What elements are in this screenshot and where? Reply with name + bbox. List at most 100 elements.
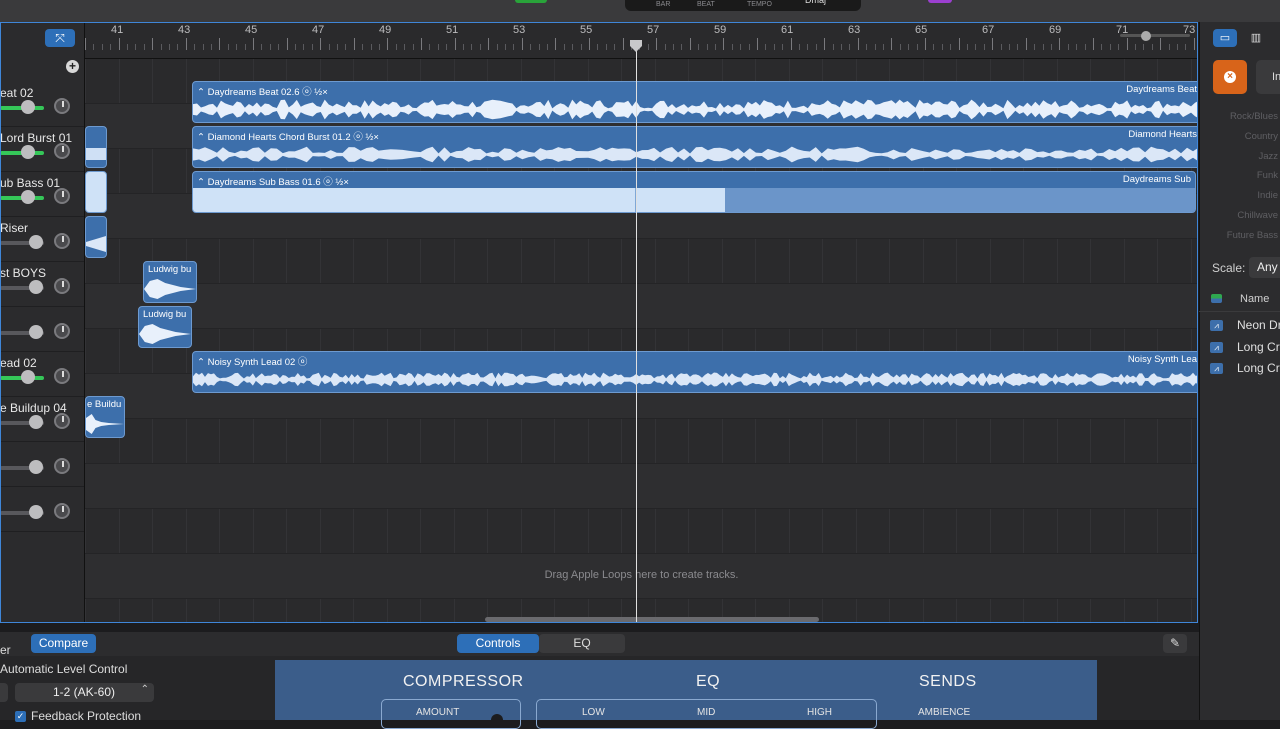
horizontal-scrollbar[interactable]: [485, 617, 819, 622]
smart-controls-indicator[interactable]: [928, 0, 952, 3]
reset-filter-button[interactable]: ×: [1213, 60, 1247, 94]
ruler-tick: [807, 44, 809, 50]
track-lane[interactable]: [85, 284, 1198, 329]
playhead-handle[interactable]: [629, 40, 643, 52]
ruler-tick: [723, 38, 725, 50]
track-header[interactable]: e Buildup 04: [0, 396, 84, 442]
compare-button[interactable]: Compare: [31, 634, 96, 653]
volume-slider-knob[interactable]: [21, 145, 35, 159]
region-sub-bass-prev[interactable]: [85, 171, 107, 213]
region-riser-prev[interactable]: [85, 216, 107, 258]
ruler-tick: [908, 44, 910, 50]
instrument-tab[interactable]: In: [1256, 60, 1280, 94]
input-select[interactable]: 1-2 (AK-60) ⌃: [15, 683, 154, 702]
volume-slider-knob[interactable]: [29, 235, 43, 249]
pan-knob[interactable]: [54, 503, 70, 519]
region-buildup[interactable]: e Buildu: [85, 396, 125, 438]
track-header[interactable]: ead 02: [0, 351, 84, 397]
loop-list-item[interactable]: ⩘ Long Cr: [1199, 337, 1280, 358]
volume-slider-knob[interactable]: [29, 460, 43, 474]
partial-control[interactable]: [0, 683, 8, 702]
track-lane[interactable]: [85, 419, 1198, 464]
genre-filter-item[interactable]: Funk: [1208, 170, 1278, 181]
pan-knob[interactable]: [54, 413, 70, 429]
record-indicator[interactable]: [515, 0, 547, 3]
pan-knob[interactable]: [54, 368, 70, 384]
ruler-tick: [706, 44, 708, 50]
region-ludwig-1[interactable]: Ludwig bu: [143, 261, 197, 303]
tab-eq[interactable]: EQ: [539, 634, 625, 653]
sub-bass-waveform-tail: [635, 188, 726, 212]
track-header[interactable]: [0, 306, 84, 352]
edit-pencil-icon[interactable]: ✎: [1163, 634, 1187, 653]
feedback-protection-checkbox[interactable]: ✓: [15, 711, 26, 722]
ruler-tick: [866, 44, 868, 50]
catch-playhead-button[interactable]: ⤧: [45, 29, 75, 47]
ruler-bar-number: 47: [312, 24, 325, 36]
region-ludwig-2[interactable]: Ludwig bu: [138, 306, 192, 348]
pan-knob[interactable]: [54, 233, 70, 249]
genre-filter-item[interactable]: Jazz: [1208, 151, 1278, 162]
tracks-area[interactable]: ⌃ Daydreams Beat 02.6 ⓞ ½× Daydreams Bea…: [85, 59, 1198, 623]
loop-list-item[interactable]: ⩘ Long Cr: [1199, 358, 1280, 379]
region-daydreams-sub-bass[interactable]: ⌃ Daydreams Sub Bass 01.6 ⓞ ½× Daydreams…: [192, 171, 1196, 213]
ruler-bar-number: 51: [446, 24, 459, 36]
region-chord-burst-prev[interactable]: [85, 126, 107, 168]
genre-filter-item[interactable]: Rock/Blues: [1208, 111, 1278, 122]
ruler-tick: [883, 44, 884, 50]
region-noisy-synth-lead[interactable]: ⌃ Noisy Synth Lead 02 ⓞ Noisy Synth Lea: [192, 351, 1198, 393]
partial-button-label[interactable]: er: [0, 643, 11, 657]
pan-knob[interactable]: [54, 458, 70, 474]
genre-filter-item[interactable]: Future Bass: [1208, 230, 1278, 241]
track-header[interactable]: Lord Burst 01: [0, 126, 84, 172]
zoom-slider[interactable]: [1120, 34, 1190, 37]
ruler-tick: [194, 44, 196, 50]
volume-slider-knob[interactable]: [29, 415, 43, 429]
list-view-icon[interactable]: ▭: [1213, 29, 1237, 47]
track-lane[interactable]: [85, 509, 1198, 554]
tab-controls[interactable]: Controls: [457, 634, 539, 653]
volume-slider-knob[interactable]: [21, 190, 35, 204]
amount-knob[interactable]: [491, 714, 503, 726]
track-lane[interactable]: [85, 464, 1198, 509]
volume-slider-knob[interactable]: [21, 370, 35, 384]
track-header[interactable]: ub Bass 01: [0, 171, 84, 217]
track-header[interactable]: Riser: [0, 216, 84, 262]
ruler-tick: [303, 44, 305, 50]
region-diamond-hearts[interactable]: ⌃ Diamond Hearts Chord Burst 01.2 ⓞ ½× D…: [192, 126, 1198, 168]
volume-slider-knob[interactable]: [21, 100, 35, 114]
genre-filter-item[interactable]: Indie: [1208, 190, 1278, 201]
scale-select[interactable]: Any: [1249, 257, 1280, 278]
name-column-header[interactable]: Name: [1240, 293, 1269, 305]
lcd-display[interactable]: BAR BEAT TEMPO Dmaj: [625, 0, 861, 11]
playhead[interactable]: [636, 44, 637, 623]
zoom-slider-knob[interactable]: [1141, 31, 1151, 41]
ruler-tick: [353, 38, 355, 50]
genre-filter-item[interactable]: Chillwave: [1208, 210, 1278, 221]
pan-knob[interactable]: [54, 143, 70, 159]
volume-slider-knob[interactable]: [29, 505, 43, 519]
loop-list-item[interactable]: ⩘ Neon Dr: [1199, 315, 1280, 336]
track-header[interactable]: [0, 486, 84, 532]
ruler-tick: [135, 44, 137, 50]
mid-label: MID: [697, 707, 716, 718]
volume-slider-knob[interactable]: [29, 280, 43, 294]
track-header[interactable]: eat 02: [0, 81, 84, 127]
ruler-tick: [849, 44, 851, 50]
ruler-tick: [1093, 38, 1094, 50]
pan-knob[interactable]: [54, 98, 70, 114]
loop-name: Neon Dr: [1237, 318, 1280, 332]
column-view-icon[interactable]: ▥: [1244, 29, 1268, 47]
pan-knob[interactable]: [54, 278, 70, 294]
track-lane[interactable]: [85, 239, 1198, 284]
add-track-button[interactable]: +: [66, 60, 79, 73]
region-daydreams-beat[interactable]: ⌃ Daydreams Beat 02.6 ⓞ ½× Daydreams Bea…: [192, 81, 1198, 123]
pan-knob[interactable]: [54, 323, 70, 339]
lcd-beat-label: BEAT: [697, 1, 715, 8]
ruler-tick: [446, 44, 448, 50]
pan-knob[interactable]: [54, 188, 70, 204]
track-header[interactable]: st BOYS: [0, 261, 84, 307]
volume-slider-knob[interactable]: [29, 325, 43, 339]
genre-filter-item[interactable]: Country: [1208, 131, 1278, 142]
track-header[interactable]: [0, 441, 84, 487]
